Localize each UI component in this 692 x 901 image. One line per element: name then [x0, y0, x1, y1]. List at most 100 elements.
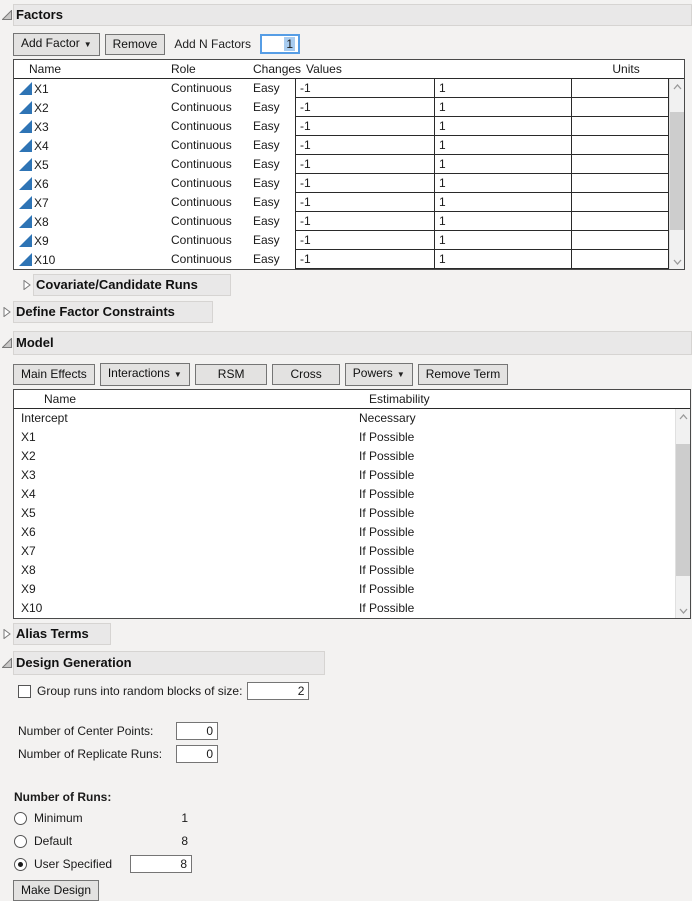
model-term-row[interactable]: X9 If Possible	[14, 580, 690, 599]
model-disclosure-open-icon[interactable]	[0, 331, 13, 355]
factor-low-value[interactable]: -1	[295, 250, 434, 269]
factor-changes[interactable]: Easy	[241, 231, 295, 250]
add-n-factors-input[interactable]: 1	[260, 34, 301, 54]
model-term-row[interactable]: Intercept Necessary	[14, 409, 690, 428]
factor-units[interactable]	[571, 98, 669, 117]
factors-disclosure-open-icon[interactable]	[0, 4, 13, 26]
user-specified-radio[interactable]	[14, 857, 27, 871]
center-points-input[interactable]: 0	[176, 721, 218, 740]
minimum-radio[interactable]	[14, 811, 27, 825]
factors-table-scrollbar[interactable]	[669, 79, 684, 269]
factor-low-value[interactable]: -1	[295, 155, 434, 174]
term-estimability[interactable]: If Possible	[347, 485, 690, 504]
factor-low-value[interactable]: -1	[295, 117, 434, 136]
term-estimability[interactable]: If Possible	[347, 523, 690, 542]
model-term-row[interactable]: X2 If Possible	[14, 447, 690, 466]
factors-title[interactable]: Factors	[13, 4, 692, 26]
factor-role[interactable]: Continuous	[158, 79, 241, 98]
factor-changes[interactable]: Easy	[241, 98, 295, 117]
scroll-up-icon[interactable]	[676, 409, 690, 424]
factor-high-value[interactable]: 1	[434, 212, 571, 231]
model-term-row[interactable]: X5 If Possible	[14, 504, 690, 523]
factor-row[interactable]: X7 Continuous Easy -1 1	[14, 193, 684, 212]
factor-high-value[interactable]: 1	[434, 98, 571, 117]
scroll-down-icon[interactable]	[676, 603, 690, 618]
factor-row[interactable]: X10 Continuous Easy -1 1	[14, 250, 684, 269]
factor-units[interactable]	[571, 155, 669, 174]
replicate-runs-input[interactable]: 0	[176, 744, 218, 763]
factor-role[interactable]: Continuous	[158, 193, 241, 212]
factor-changes[interactable]: Easy	[241, 250, 295, 269]
factor-changes[interactable]: Easy	[241, 117, 295, 136]
remove-button[interactable]: Remove	[104, 33, 166, 55]
design-generation-disclosure-open-icon[interactable]	[0, 651, 13, 675]
interactions-button[interactable]: Interactions ▼	[99, 362, 190, 386]
factor-units[interactable]	[571, 231, 669, 250]
factor-role[interactable]: Continuous	[158, 155, 241, 174]
factor-high-value[interactable]: 1	[434, 79, 571, 98]
factor-units[interactable]	[571, 250, 669, 269]
factor-low-value[interactable]: -1	[295, 79, 434, 98]
factor-units[interactable]	[571, 193, 669, 212]
factor-low-value[interactable]: -1	[295, 136, 434, 155]
block-size-input[interactable]: 2	[247, 682, 310, 700]
factor-role[interactable]: Continuous	[158, 174, 241, 193]
remove-term-button[interactable]: Remove Term	[417, 363, 509, 385]
factor-row[interactable]: X1 Continuous Easy -1 1	[14, 79, 684, 98]
model-term-row[interactable]: X4 If Possible	[14, 485, 690, 504]
term-estimability[interactable]: If Possible	[347, 447, 690, 466]
factor-changes[interactable]: Easy	[241, 155, 295, 174]
factor-high-value[interactable]: 1	[434, 231, 571, 250]
rsm-button[interactable]: RSM	[194, 363, 268, 385]
factor-role[interactable]: Continuous	[158, 117, 241, 136]
factor-low-value[interactable]: -1	[295, 231, 434, 250]
add-factor-button[interactable]: Add Factor ▼	[13, 32, 100, 56]
term-estimability[interactable]: Necessary	[347, 409, 690, 428]
model-term-row[interactable]: X6 If Possible	[14, 523, 690, 542]
factor-low-value[interactable]: -1	[295, 212, 434, 231]
factor-high-value[interactable]: 1	[434, 250, 571, 269]
model-term-row[interactable]: X8 If Possible	[14, 561, 690, 580]
factor-units[interactable]	[571, 212, 669, 231]
factor-low-value[interactable]: -1	[295, 98, 434, 117]
alias-title[interactable]: Alias Terms	[13, 623, 111, 645]
factor-row[interactable]: X9 Continuous Easy -1 1	[14, 231, 684, 250]
powers-button[interactable]: Powers ▼	[344, 362, 413, 386]
factor-role[interactable]: Continuous	[158, 136, 241, 155]
factor-row[interactable]: X2 Continuous Easy -1 1	[14, 98, 684, 117]
factor-units[interactable]	[571, 174, 669, 193]
scroll-thumb[interactable]	[670, 112, 684, 230]
model-title[interactable]: Model	[13, 331, 692, 355]
factor-high-value[interactable]: 1	[434, 155, 571, 174]
term-estimability[interactable]: If Possible	[347, 561, 690, 580]
term-estimability[interactable]: If Possible	[347, 599, 690, 618]
covariate-title[interactable]: Covariate/Candidate Runs	[33, 274, 231, 296]
constraints-title[interactable]: Define Factor Constraints	[13, 301, 213, 323]
term-estimability[interactable]: If Possible	[347, 428, 690, 447]
make-design-button[interactable]: Make Design	[13, 880, 100, 901]
factor-row[interactable]: X3 Continuous Easy -1 1	[14, 117, 684, 136]
term-estimability[interactable]: If Possible	[347, 466, 690, 485]
term-estimability[interactable]: If Possible	[347, 580, 690, 599]
model-term-row[interactable]: X3 If Possible	[14, 466, 690, 485]
factor-role[interactable]: Continuous	[158, 212, 241, 231]
alias-disclosure-closed-icon[interactable]	[0, 623, 13, 645]
model-term-row[interactable]: X1 If Possible	[14, 428, 690, 447]
main-effects-button[interactable]: Main Effects	[13, 363, 95, 385]
factor-low-value[interactable]: -1	[295, 193, 434, 212]
design-generation-title[interactable]: Design Generation	[13, 651, 325, 675]
factor-high-value[interactable]: 1	[434, 117, 571, 136]
term-estimability[interactable]: If Possible	[347, 542, 690, 561]
factor-role[interactable]: Continuous	[158, 98, 241, 117]
factor-role[interactable]: Continuous	[158, 250, 241, 269]
factor-row[interactable]: X5 Continuous Easy -1 1	[14, 155, 684, 174]
constraints-disclosure-closed-icon[interactable]	[0, 301, 13, 323]
factor-units[interactable]	[571, 117, 669, 136]
factor-changes[interactable]: Easy	[241, 212, 295, 231]
term-estimability[interactable]: If Possible	[347, 504, 690, 523]
factor-changes[interactable]: Easy	[241, 174, 295, 193]
scroll-down-icon[interactable]	[670, 254, 684, 269]
factor-changes[interactable]: Easy	[241, 79, 295, 98]
covariate-disclosure-closed-icon[interactable]	[20, 274, 33, 296]
factor-units[interactable]	[571, 136, 669, 155]
